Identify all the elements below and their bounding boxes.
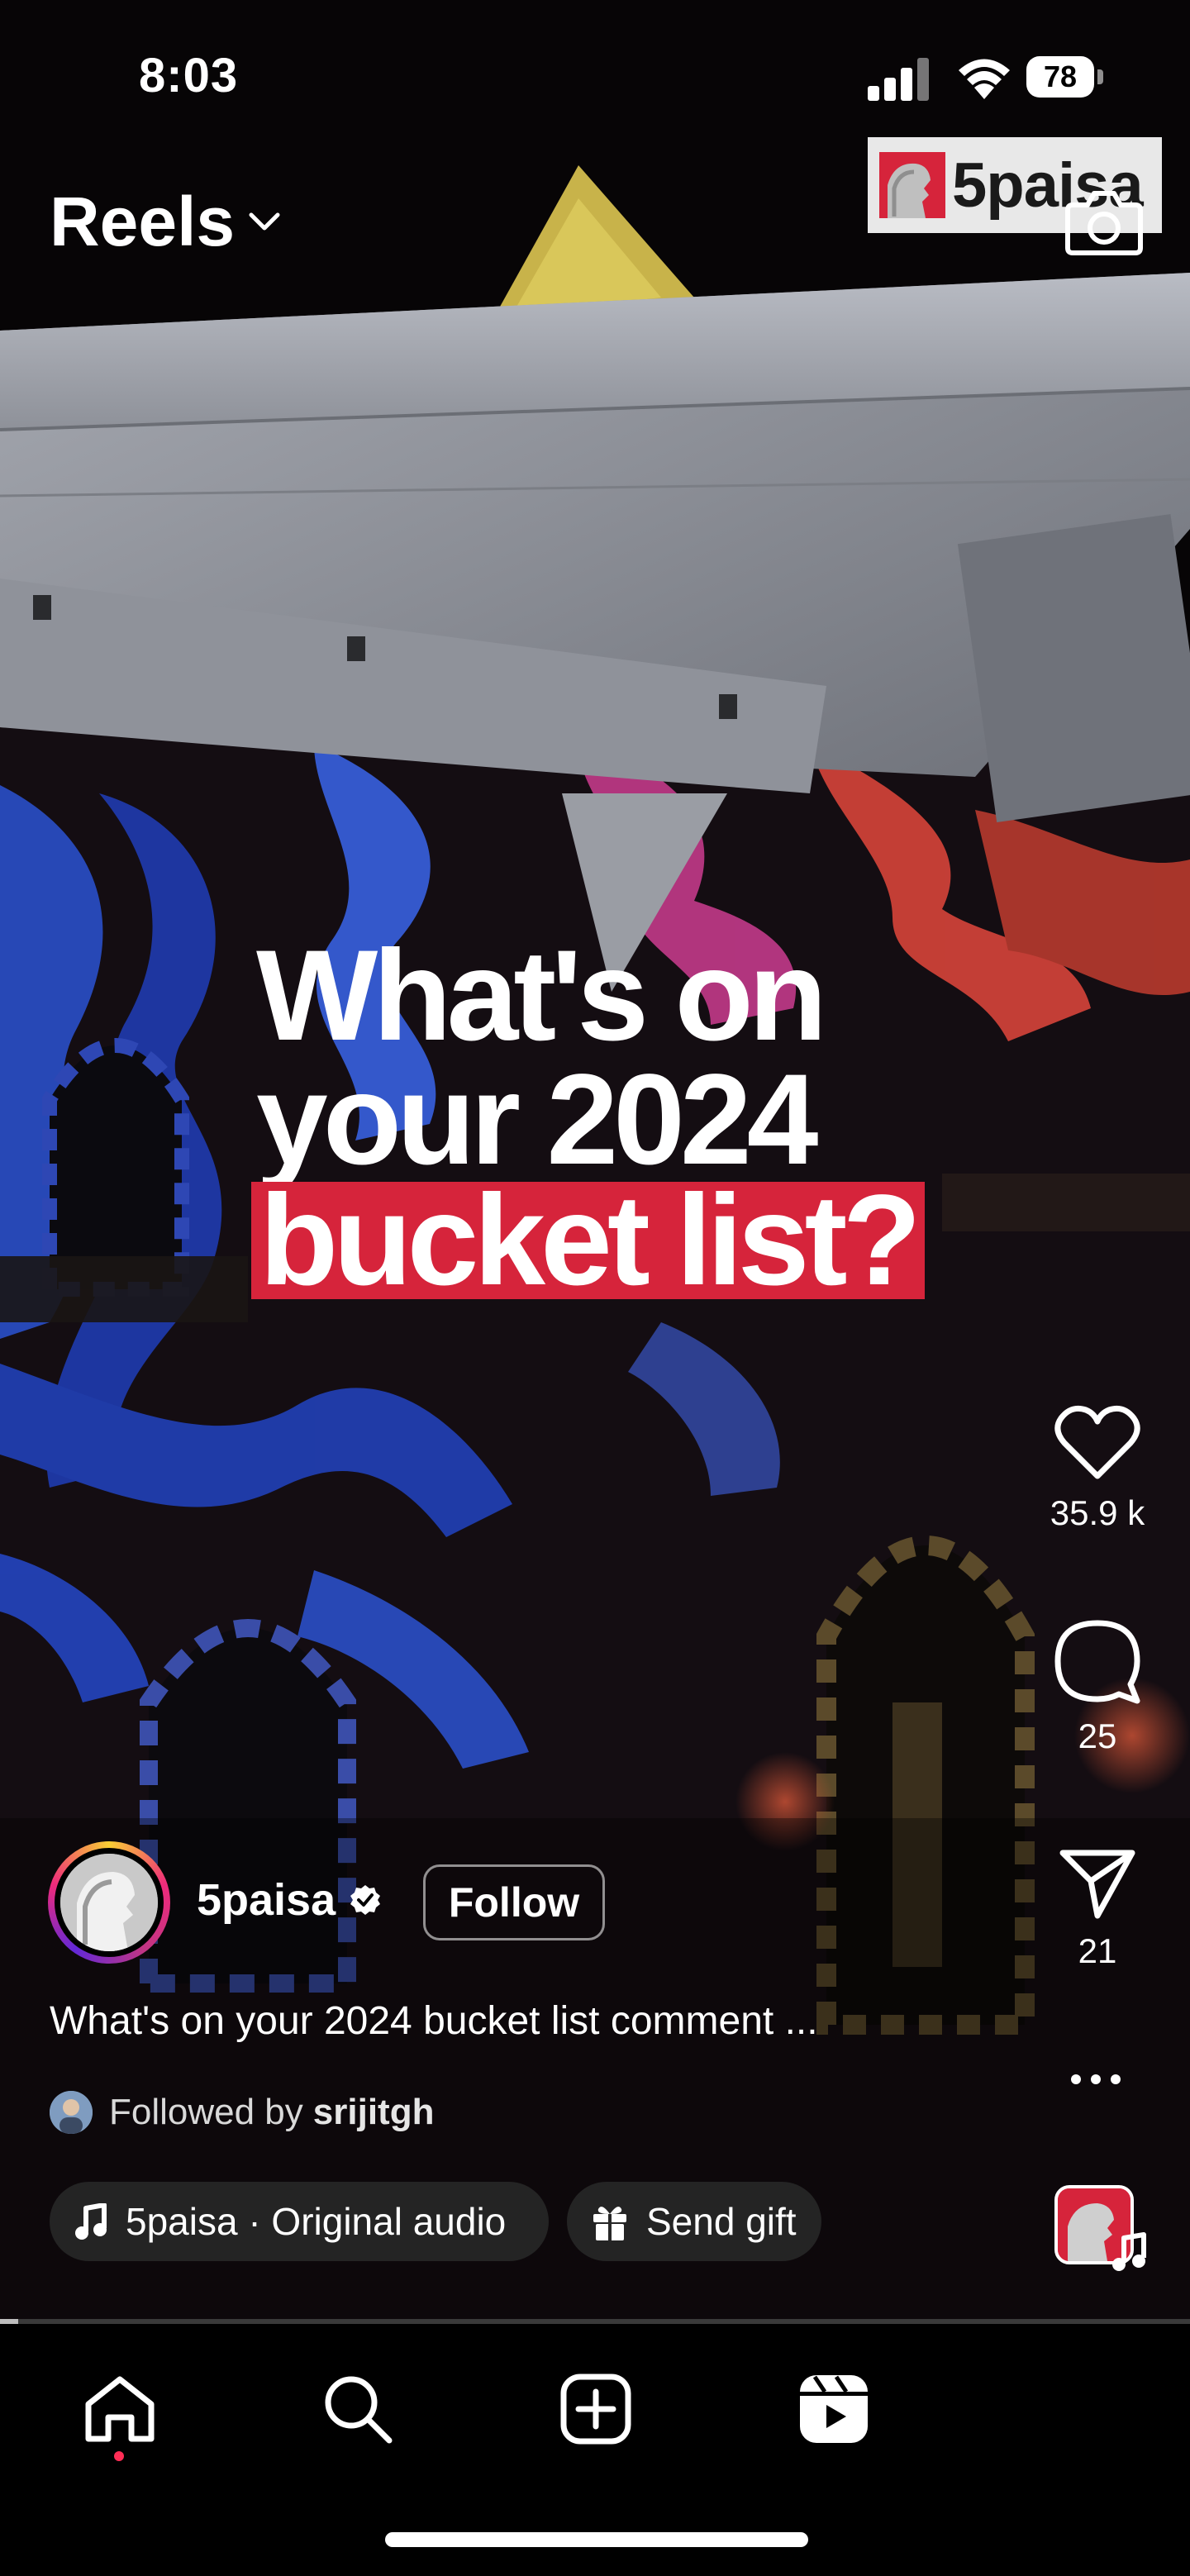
audio-label: 5paisa · Original audio bbox=[126, 2200, 507, 2243]
send-gift-chip[interactable]: Send gift bbox=[567, 2182, 821, 2261]
create-icon bbox=[560, 2374, 631, 2445]
author-name: 5paisa bbox=[197, 1875, 336, 1925]
comment-count: 25 bbox=[1078, 1717, 1117, 1755]
search-icon bbox=[325, 2376, 393, 2444]
author-avatar[interactable] bbox=[48, 1841, 170, 1964]
heart-icon bbox=[1054, 1405, 1140, 1479]
reels-title-dropdown[interactable]: Reels bbox=[50, 182, 281, 262]
bottom-nav bbox=[0, 2324, 1190, 2576]
nav-home[interactable] bbox=[74, 2364, 165, 2455]
page-title: Reels bbox=[50, 183, 236, 260]
follower-avatar bbox=[50, 2091, 93, 2134]
original-audio-chip[interactable]: 5paisa · Original audio bbox=[50, 2182, 549, 2261]
brand-logo-icon bbox=[879, 152, 945, 218]
like-count: 35.9 k bbox=[1050, 1493, 1145, 1532]
followed-by-prefix: Followed by bbox=[109, 2092, 303, 2132]
gift-label: Send gift bbox=[646, 2200, 797, 2243]
nav-search[interactable] bbox=[312, 2364, 403, 2455]
like-button[interactable]: 35.9 k bbox=[1015, 1405, 1180, 1533]
battery-icon: 78 bbox=[1026, 56, 1103, 98]
more-icon[interactable] bbox=[1071, 2074, 1121, 2084]
music-note-icon bbox=[75, 2203, 107, 2240]
camera-icon[interactable] bbox=[1064, 187, 1144, 256]
home-indicator[interactable] bbox=[385, 2532, 808, 2547]
audio-music-note-icon bbox=[1112, 2232, 1146, 2271]
share-button[interactable]: 21 bbox=[1015, 1848, 1180, 1971]
post-caption[interactable]: What's on your 2024 bucket list comment … bbox=[50, 1998, 818, 2044]
nav-reels[interactable] bbox=[788, 2364, 879, 2455]
send-icon bbox=[1059, 1850, 1135, 1919]
avatar-logo-icon bbox=[60, 1854, 158, 1951]
wifi-icon bbox=[959, 59, 1010, 99]
battery-level: 78 bbox=[1043, 60, 1078, 93]
comment-button[interactable]: 25 bbox=[1015, 1618, 1180, 1756]
author-name-row[interactable]: 5paisa bbox=[197, 1874, 382, 1926]
home-icon bbox=[85, 2376, 155, 2442]
cellular-signal-icon bbox=[868, 58, 929, 101]
verified-badge-icon bbox=[350, 1885, 381, 1915]
comment-icon bbox=[1054, 1620, 1140, 1704]
nav-create[interactable] bbox=[550, 2364, 641, 2455]
video-headline: What's on your 2024 bucket list? bbox=[251, 924, 925, 1343]
headline-line-1: What's on bbox=[256, 924, 827, 1068]
headline-line-2: your 2024 bbox=[256, 1048, 818, 1192]
followed-by-user: srijitgh bbox=[312, 2092, 435, 2132]
home-notification-dot bbox=[114, 2451, 124, 2461]
reels-icon bbox=[800, 2375, 868, 2443]
chevron-down-icon bbox=[249, 212, 280, 230]
share-count: 21 bbox=[1078, 1931, 1117, 1970]
follow-button[interactable]: Follow bbox=[423, 1864, 605, 1940]
status-time: 8:03 bbox=[139, 49, 239, 102]
status-bar: 8:03 78 bbox=[0, 0, 1190, 149]
followed-by-row[interactable]: Followed by srijitgh bbox=[50, 2091, 434, 2134]
headline-line-3: bucket list? bbox=[251, 1176, 925, 1305]
gift-icon bbox=[593, 2207, 626, 2240]
